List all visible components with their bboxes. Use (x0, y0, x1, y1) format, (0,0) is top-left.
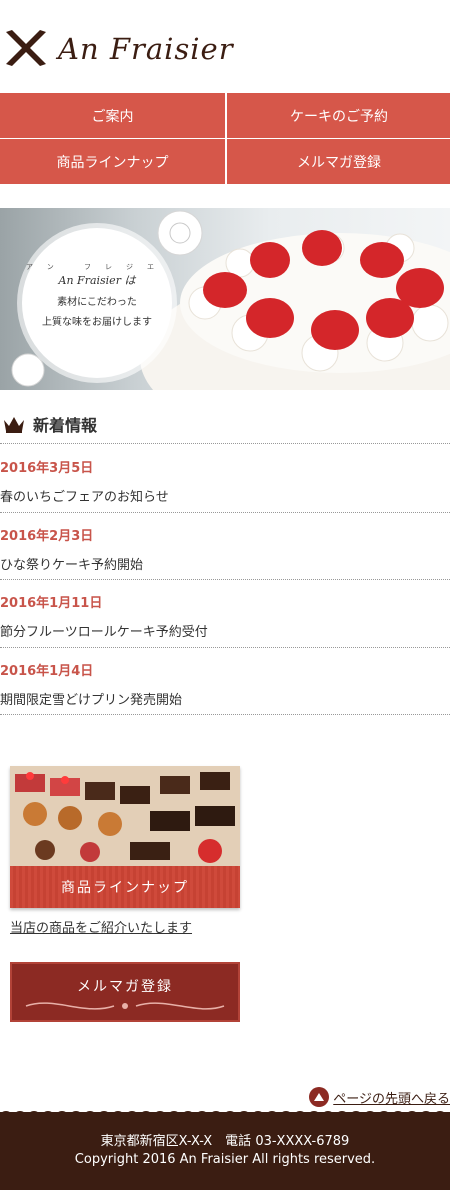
news-date: 2016年1月4日 (0, 663, 94, 679)
hero-brand-suffix: は (124, 274, 136, 287)
product-lineup-label: 商品ラインナップ (10, 866, 240, 908)
cake-assortment-image (10, 766, 240, 866)
newsletter-label: メルマガ登録 (77, 979, 173, 995)
flourish-ornament-icon (25, 1002, 225, 1010)
news-date: 2016年3月5日 (0, 461, 94, 476)
news-title: 新着情報 (33, 415, 98, 435)
product-lineup-link[interactable]: 当店の商品をご紹介いたします (10, 917, 192, 936)
news-date: 2016年2月3日 (0, 528, 94, 544)
arrow-up-icon[interactable] (309, 1087, 330, 1107)
newsletter-banner[interactable]: メルマガ登録 (10, 962, 240, 1022)
ribbon-logo-icon (6, 30, 46, 66)
site-header: An Fraisier (0, 0, 450, 92)
site-logo[interactable]: An Fraisier (2, 30, 234, 68)
hero-line-2: 上質な味をお届けします (42, 317, 152, 328)
page-top[interactable]: ページの先頭へ戻る (309, 1087, 450, 1107)
news-text[interactable]: ひな祭りケーキ予約開始 (0, 554, 450, 573)
news-header: 新着情報 (0, 404, 450, 444)
news-item[interactable]: 2016年2月3日 ひな祭りケーキ予約開始 (0, 513, 450, 580)
news-item[interactable]: 2016年1月4日 期間限定雪どけプリン発売開始 (0, 648, 450, 715)
news-text[interactable]: 春のいちごフェアのお知らせ (0, 486, 450, 505)
news-list: 2016年3月5日 春のいちごフェアのお知らせ 2016年2月3日 ひな祭りケー… (0, 445, 450, 715)
footer-address: 東京都新宿区X-X-X 電話 03-XXXX-6789 (100, 1134, 350, 1149)
logo-text: An Fraisier (58, 32, 234, 66)
nav-item-newsletter[interactable]: メルマガ登録 (227, 139, 450, 184)
page-top-link[interactable]: ページの先頭へ戻る (333, 1088, 450, 1107)
news-item[interactable]: 2016年3月5日 春のいちごフェアのお知らせ (0, 445, 450, 513)
news-text[interactable]: 期間限定雪どけプリン発売開始 (0, 689, 450, 708)
site-footer (0, 1112, 450, 1190)
news-text[interactable]: 節分フルーツロールケーキ予約受付 (0, 621, 450, 640)
footer-copyright: Copyright 2016 An Fraisier All rights re… (74, 1152, 376, 1167)
nav-item-guide[interactable]: ご案内 (0, 93, 225, 138)
crown-icon (4, 416, 24, 433)
product-lineup-banner[interactable]: 商品ラインナップ (10, 766, 240, 908)
news-date: 2016年1月11日 (0, 596, 103, 611)
hero-brand: An Fraisier (58, 274, 121, 287)
nav-item-cake-reservation[interactable]: ケーキのご予約 (227, 93, 450, 138)
main-nav: ご案内 ケーキのご予約 商品ラインナップ メルマガ登録 (0, 93, 450, 184)
news-item[interactable]: 2016年1月11日 節分フルーツロールケーキ予約受付 (0, 580, 450, 648)
hero-line-1: 素材にこだわった (57, 297, 137, 308)
nav-item-product-lineup[interactable]: 商品ラインナップ (0, 139, 225, 184)
hero-ruby: アン フレジエ (26, 263, 168, 271)
hero-message: アン フレジエ An Fraisier は 素材にこだわった 上質な味をお届けし… (22, 262, 172, 328)
